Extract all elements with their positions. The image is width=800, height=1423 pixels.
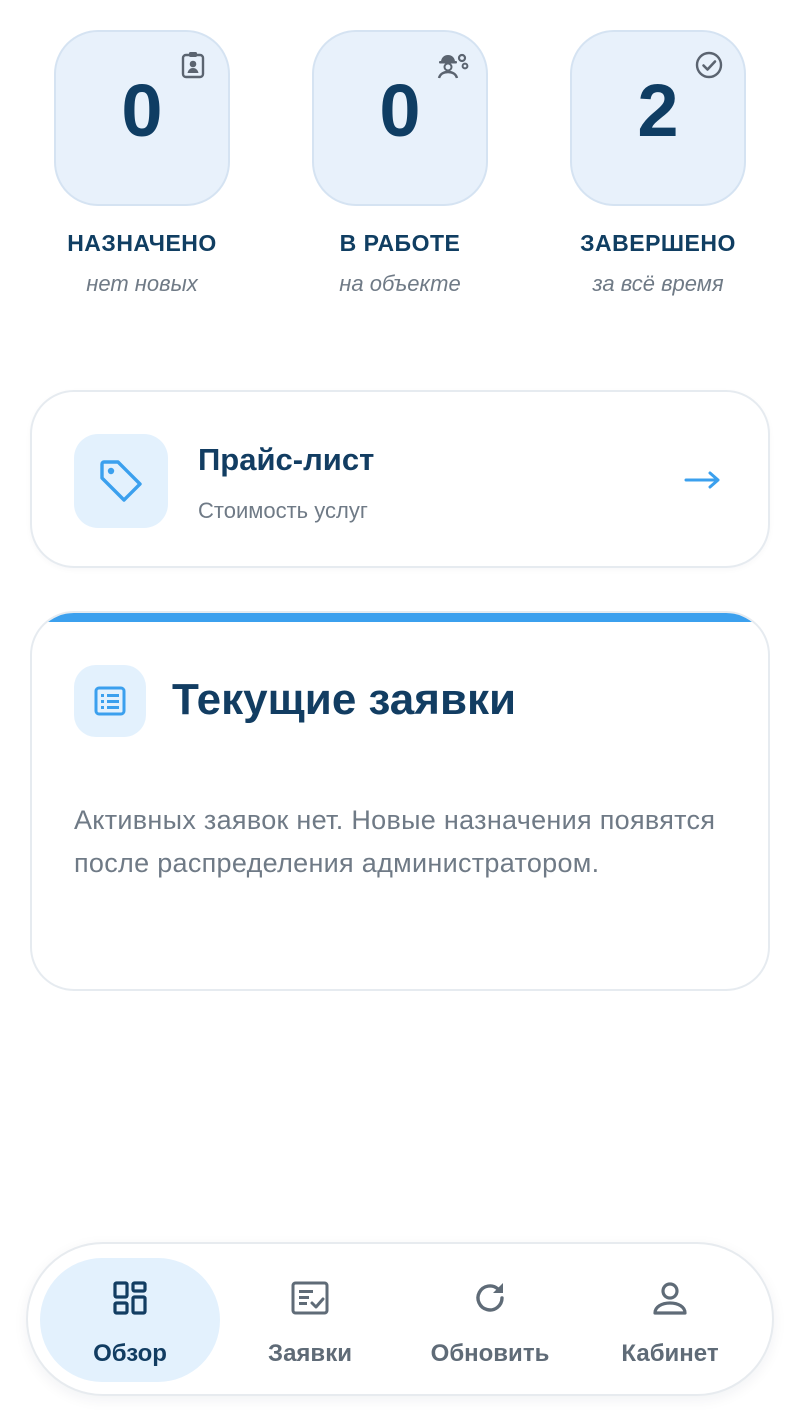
nav-item-account[interactable]: Кабинет bbox=[580, 1258, 760, 1382]
stat-value: 0 bbox=[121, 69, 163, 152]
nav-label: Заявки bbox=[268, 1340, 352, 1367]
current-orders-title: Текущие заявки bbox=[172, 675, 517, 724]
stat-label: ЗАВЕРШЕНО bbox=[580, 230, 736, 256]
tag-icon bbox=[74, 434, 168, 528]
current-orders-card: Текущие заявки Активных заявок нет. Новы… bbox=[30, 611, 770, 991]
stat-sublabel: на объекте bbox=[339, 271, 461, 296]
stat-sublabel: за всё время bbox=[592, 271, 724, 296]
stat-completed[interactable]: 2 ЗАВЕРШЕНО за всё время bbox=[528, 30, 788, 297]
list-icon bbox=[74, 665, 146, 737]
stat-value: 0 bbox=[379, 69, 421, 152]
nav-item-orders[interactable]: Заявки bbox=[220, 1258, 400, 1382]
worker-gear-icon bbox=[436, 50, 469, 80]
stat-label: В РАБОТЕ bbox=[339, 230, 461, 256]
stat-tile[interactable]: 0 bbox=[312, 30, 488, 206]
price-list-subtitle: Стоимость услуг bbox=[198, 498, 368, 523]
stat-label: НАЗНАЧЕНО bbox=[67, 230, 217, 256]
price-list-card[interactable]: Прайс-лист Стоимость услуг bbox=[30, 390, 770, 568]
accent-bar bbox=[32, 613, 768, 622]
stat-in-progress[interactable]: 0 В РАБОТЕ на объекте bbox=[270, 30, 530, 297]
stat-sublabel: нет новых bbox=[86, 271, 198, 296]
badge-icon bbox=[178, 50, 208, 80]
stat-assigned[interactable]: 0 НАЗНАЧЕНО нет новых bbox=[12, 30, 272, 297]
nav-label: Кабинет bbox=[621, 1340, 719, 1367]
price-list-title: Прайс-лист bbox=[198, 442, 375, 477]
empty-state-text: Активных заявок нет. Новые назначения по… bbox=[74, 805, 716, 878]
stats-row: 0 НАЗНАЧЕНО нет новых 0 В РАБОТЕ на объе… bbox=[0, 30, 800, 330]
bottom-nav: Обзор Заявки Обновить Кабинет bbox=[26, 1242, 774, 1396]
arrow-right-icon[interactable] bbox=[684, 470, 722, 495]
nav-label: Обновить bbox=[430, 1340, 550, 1367]
nav-label: Обзор bbox=[93, 1340, 167, 1367]
stat-tile[interactable]: 2 bbox=[570, 30, 746, 206]
stat-tile[interactable]: 0 bbox=[54, 30, 230, 206]
nav-item-refresh[interactable]: Обновить bbox=[400, 1258, 580, 1382]
check-circle-icon bbox=[694, 50, 724, 80]
nav-item-overview[interactable]: Обзор bbox=[40, 1258, 220, 1382]
stat-value: 2 bbox=[637, 69, 679, 152]
